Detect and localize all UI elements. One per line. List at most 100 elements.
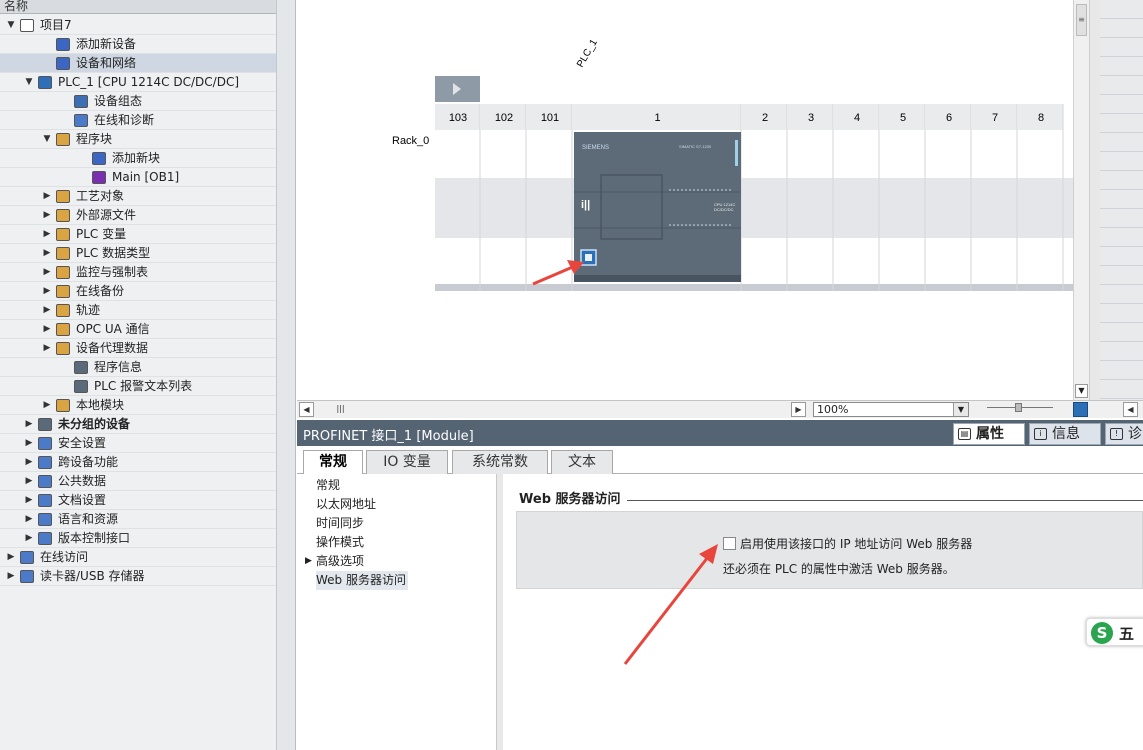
tree-item[interactable]: ▶ 跨设备功能 [0, 453, 276, 472]
tree-item-label: PLC 变量 [76, 227, 127, 241]
scroll-right-button[interactable]: ▶ [791, 402, 806, 417]
zoom-slider[interactable] [987, 403, 1053, 412]
tree-item[interactable]: ▶ 公共数据 [0, 472, 276, 491]
zoom-select[interactable]: 100% ▼ [813, 402, 969, 417]
tab-io-tags[interactable]: IO 变量 [366, 450, 448, 474]
chevron-right-icon[interactable]: ▶ [42, 320, 52, 339]
nav-item-ethernet-address[interactable]: 以太网地址 [316, 495, 376, 514]
overview-navigation-icon[interactable] [1073, 402, 1088, 417]
chevron-right-icon[interactable]: ▶ [24, 434, 34, 453]
scroll-left-button[interactable]: ◀ [299, 402, 314, 417]
tab-general-label: 常规 [319, 454, 347, 470]
network-icon [56, 57, 70, 70]
expand-rack-button[interactable] [435, 76, 480, 102]
nav-item-web-server-access[interactable]: Web 服务器访问 [316, 571, 408, 590]
chevron-right-icon[interactable]: ▶ [42, 263, 52, 282]
chevron-down-icon[interactable]: ▼ [24, 73, 34, 92]
ime-toolbar[interactable]: S 五 [1086, 618, 1143, 646]
tree-item[interactable]: ▶ 安全设置 [0, 434, 276, 453]
tree-item[interactable]: ▶ 语言和资源 [0, 510, 276, 529]
chevron-right-icon[interactable]: ▶ [24, 453, 34, 472]
slot-number: 1 [654, 112, 660, 124]
tree-item[interactable]: PLC 报警文本列表 [0, 377, 276, 396]
chevron-right-icon[interactable]: ▶ [24, 491, 34, 510]
tree-item-label: 添加新设备 [76, 37, 137, 51]
folder-icon [56, 399, 70, 412]
tree-item[interactable]: 添加新设备 [0, 35, 276, 54]
chevron-down-icon[interactable]: ▼ [6, 16, 16, 35]
tree-item[interactable]: 设备和网络 [0, 54, 276, 73]
chevron-right-icon[interactable]: ▶ [24, 472, 34, 491]
nav-item-time-sync[interactable]: 时间同步 [316, 514, 364, 533]
tree-item[interactable]: ▶ 工艺对象 [0, 187, 276, 206]
chevron-down-icon[interactable]: ▼ [953, 403, 968, 416]
tree-header[interactable]: 名称 [0, 0, 295, 14]
chevron-right-icon[interactable]: ▶ [42, 396, 52, 415]
canvas-horizontal-scrollbar[interactable]: ◀ ||| ▶ 100% ▼ ◀ [297, 400, 1143, 418]
tree-item[interactable]: ▶ OPC UA 通信 [0, 320, 276, 339]
zoom-slider-knob[interactable] [1015, 403, 1022, 412]
tree-scrollbar[interactable] [276, 0, 295, 750]
tree-item[interactable]: 程序信息 [0, 358, 276, 377]
canvas-vertical-scrollbar[interactable]: ≡ ▼ [1073, 0, 1089, 400]
tree-item[interactable]: ▼ 程序块 [0, 130, 276, 149]
ime-logo-icon: S [1091, 622, 1113, 644]
tree-item[interactable]: ▶ 本地模块 [0, 396, 276, 415]
cpu-power: DC/DC/DC [714, 207, 734, 212]
tree-item[interactable]: ▶ 轨迹 [0, 301, 276, 320]
panel-left-button[interactable]: ◀ [1123, 402, 1138, 417]
tab-system-constants-label: 系统常数 [472, 454, 528, 470]
tree-item[interactable]: ▶ PLC 数据类型 [0, 244, 276, 263]
tree-item[interactable]: ▶ 未分组的设备 [0, 415, 276, 434]
tree-item[interactable]: ▶ 版本控制接口 [0, 529, 276, 548]
tree-item[interactable]: 添加新块 [0, 149, 276, 168]
tree-item[interactable]: ▶ 在线备份 [0, 282, 276, 301]
nav-item-general[interactable]: 常规 [316, 476, 340, 495]
tree-item[interactable]: ▶ 读卡器/USB 存储器 [0, 567, 276, 586]
inspector-title-bar: PROFINET 接口_1 [Module] ▤ 属性 i 信息 ! 诊 [297, 420, 1143, 446]
nav-item-operating-mode[interactable]: 操作模式 [316, 533, 364, 552]
chevron-right-icon[interactable]: ▶ [42, 339, 52, 358]
tab-texts[interactable]: 文本 [551, 450, 613, 474]
tab-general[interactable]: 常规 [303, 450, 363, 475]
chevron-right-icon[interactable]: ▶ [42, 225, 52, 244]
chevron-right-icon[interactable]: ▶ [6, 548, 16, 567]
chevron-right-icon[interactable]: ▶ [305, 556, 312, 566]
chevron-right-icon[interactable]: ▶ [6, 567, 16, 586]
nav-item-advanced-options[interactable]: 高级选项 [316, 552, 364, 571]
chevron-right-icon[interactable]: ▶ [24, 529, 34, 548]
chevron-right-icon[interactable]: ▶ [24, 510, 34, 529]
tree-item[interactable]: ▶ 文档设置 [0, 491, 276, 510]
tab-info[interactable]: i 信息 [1029, 423, 1101, 445]
tree-item[interactable]: ▶ 设备代理数据 [0, 339, 276, 358]
chevron-right-icon[interactable]: ▶ [42, 206, 52, 225]
section-title: Web 服务器访问 [519, 488, 627, 507]
slot-number: 8 [1038, 112, 1044, 124]
scroll-down-button[interactable]: ▼ [1075, 384, 1088, 398]
tree-item[interactable]: ▶ PLC 变量 [0, 225, 276, 244]
chevron-right-icon[interactable]: ▶ [42, 187, 52, 206]
chevron-right-icon[interactable]: ▶ [42, 244, 52, 263]
tree-item[interactable]: 设备组态 [0, 92, 276, 111]
tree-item[interactable]: Main [OB1] [0, 168, 276, 187]
rack-rail [435, 284, 1073, 291]
tree-item[interactable]: ▶ 外部源文件 [0, 206, 276, 225]
tab-diagnostics[interactable]: ! 诊 [1105, 423, 1143, 445]
tree-header-label: 名称 [4, 0, 29, 13]
scroll-thumb[interactable]: ≡ [1076, 4, 1087, 36]
device-view-canvas[interactable]: PLC_1 Rack_0 103 102 101 1 2 3 4 5 6 7 8 SIEMENS S… [297, 0, 1073, 400]
tree-item[interactable]: ▶ 监控与强制表 [0, 263, 276, 282]
tab-properties[interactable]: ▤ 属性 [953, 423, 1025, 445]
tree-item[interactable]: ▼ 项目7 [0, 16, 276, 35]
chevron-right-icon[interactable]: ▶ [42, 301, 52, 320]
tab-system-constants[interactable]: 系统常数 [452, 450, 548, 474]
tree-item[interactable]: ▼ PLC_1 [CPU 1214C DC/DC/DC] [0, 73, 276, 92]
chevron-down-icon[interactable]: ▼ [42, 130, 52, 149]
tree-item[interactable]: ▶ 在线访问 [0, 548, 276, 567]
scroll-grip-icon[interactable]: ||| [333, 402, 348, 417]
tree-item[interactable]: 在线和诊断 [0, 111, 276, 130]
chevron-right-icon[interactable]: ▶ [42, 282, 52, 301]
folder-icon [56, 342, 70, 355]
chevron-right-icon[interactable]: ▶ [24, 415, 34, 434]
cpu-module[interactable]: SIEMENS SIMATIC S7-1200 i|| CPU 1214C DC… [574, 132, 741, 282]
